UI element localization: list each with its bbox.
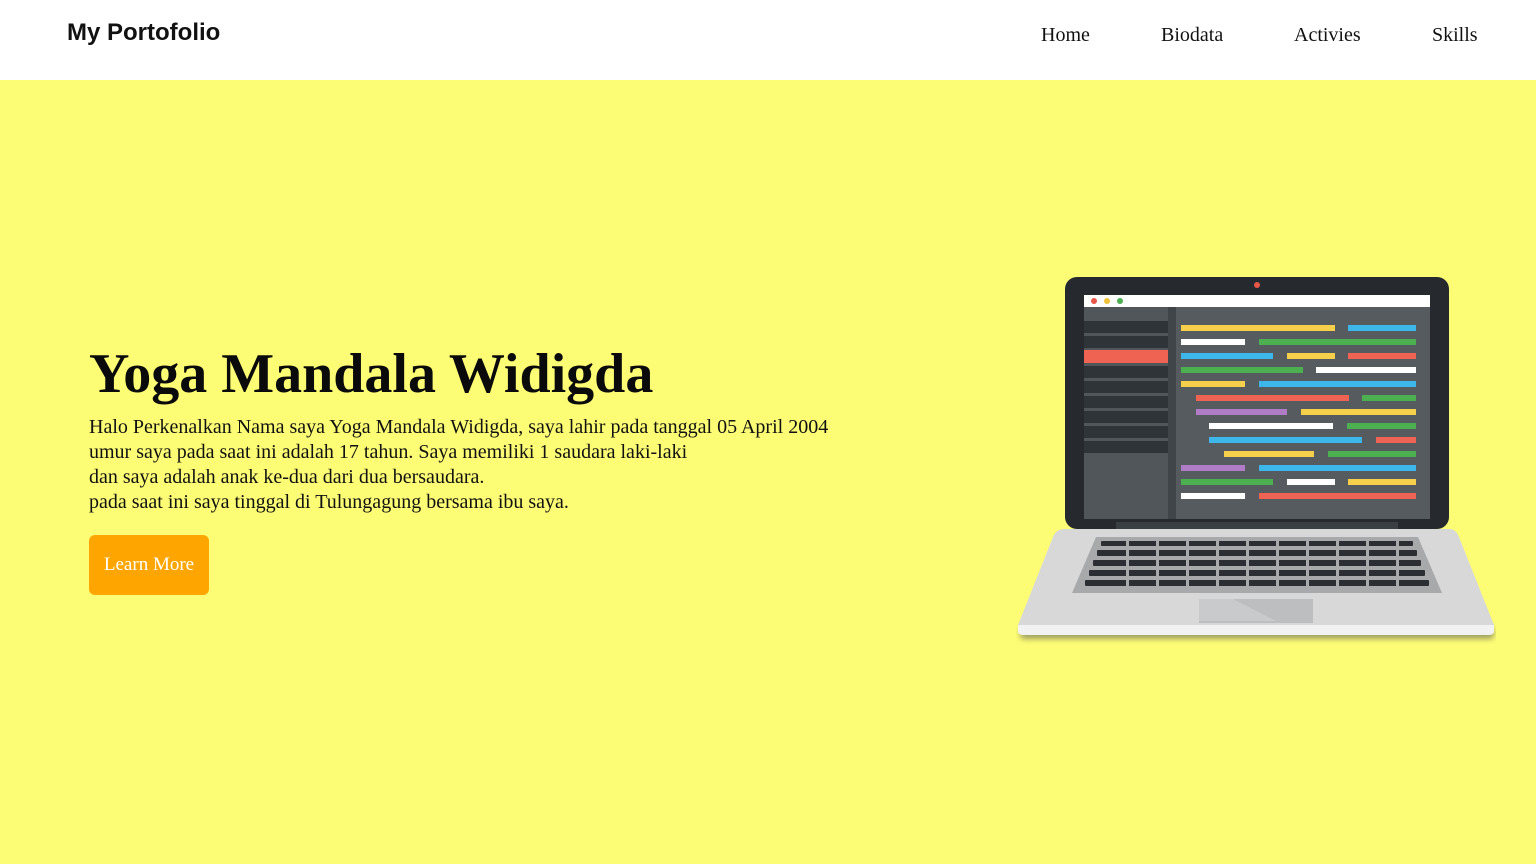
nav-item-activies[interactable]: Activies [1294, 22, 1361, 48]
laptop-code-icon [1018, 277, 1494, 639]
hero-title: Yoga Mandala Widigda [89, 343, 654, 405]
navbar: My Portofolio Home Biodata Activies Skil… [0, 0, 1536, 80]
nav-item-home[interactable]: Home [1041, 22, 1090, 48]
hero-section: Yoga Mandala Widigda Halo Perkenalkan Na… [0, 80, 1536, 864]
hero-description-line: pada saat ini saya tinggal di Tulungagun… [89, 491, 569, 513]
hero-description-line: Halo Perkenalkan Nama saya Yoga Mandala … [89, 416, 829, 438]
hero-description-line: umur saya pada saat ini adalah 17 tahun.… [89, 441, 688, 463]
nav-item-skills[interactable]: Skills [1432, 22, 1478, 48]
nav-item-biodata[interactable]: Biodata [1161, 22, 1223, 48]
learn-more-button[interactable]: Learn More [89, 535, 209, 595]
hero-description-line: dan saya adalah anak ke-dua dari dua ber… [89, 466, 485, 488]
brand-logo-text[interactable]: My Portofolio [67, 18, 220, 48]
hero-description: Halo Perkenalkan Nama saya Yoga Mandala … [89, 415, 828, 515]
